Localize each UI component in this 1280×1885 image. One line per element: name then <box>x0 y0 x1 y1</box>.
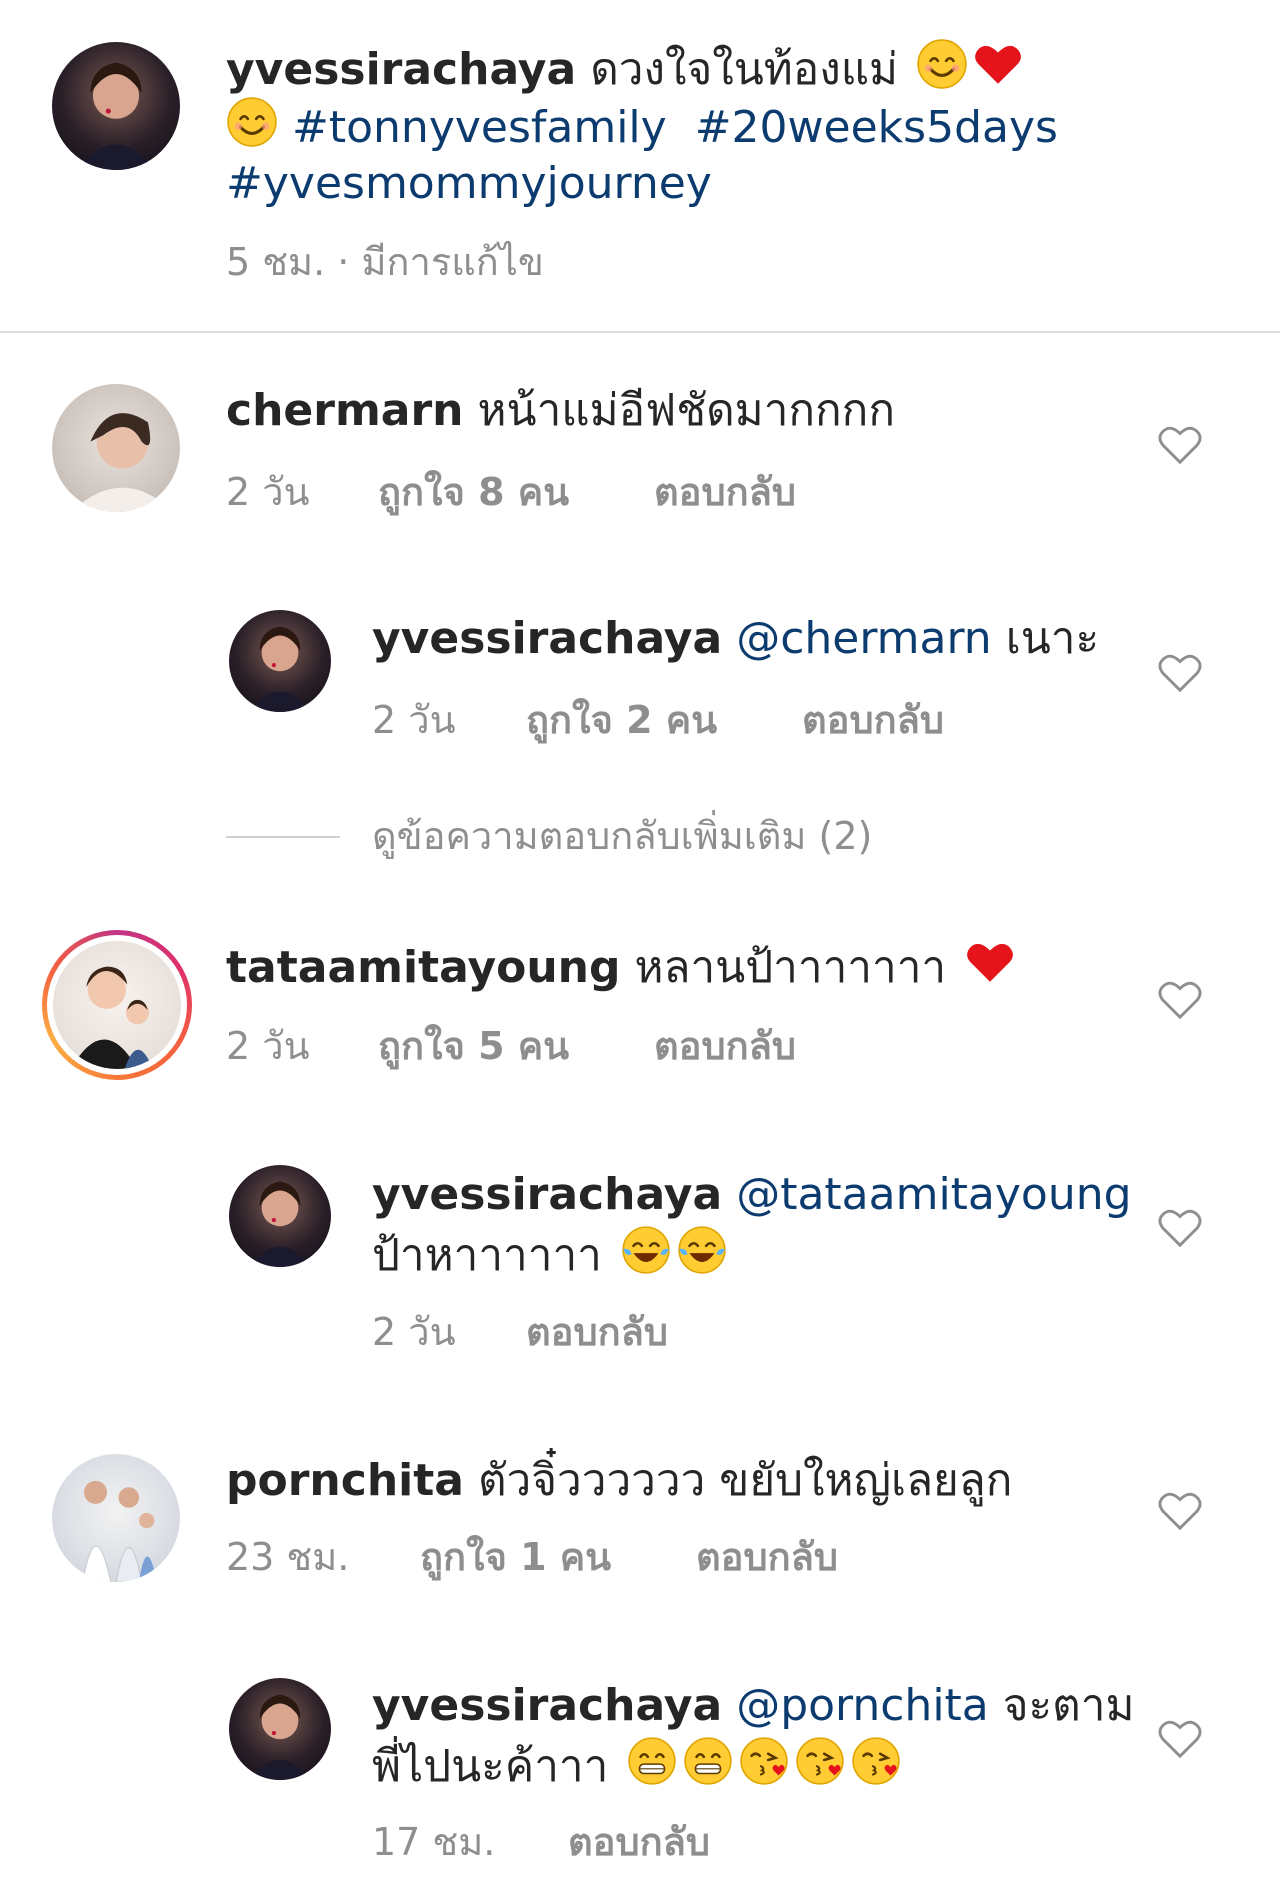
reply-button[interactable]: ตอบกลับ <box>696 1533 838 1581</box>
comment-time: 17 ชม. <box>372 1820 496 1864</box>
like-heart-icon[interactable] <box>1157 1207 1203 1249</box>
like-heart-icon[interactable] <box>1157 979 1203 1021</box>
hashtag-link[interactable]: #20weeks5days <box>695 102 1058 153</box>
commenter-avatar[interactable] <box>52 384 180 512</box>
red-heart-icon <box>972 38 1024 90</box>
caption-line-2: #tonnyvesfamily #20weeks5days <box>226 96 1058 157</box>
reply-button[interactable]: ตอบกลับ <box>654 1022 796 1070</box>
caption-text: ดวงใจในท้องแม่ <box>590 44 899 95</box>
hashtag-link[interactable]: #yvesmommyjourney <box>226 158 712 209</box>
hashtag-link[interactable]: #tonnyvesfamily <box>292 102 667 153</box>
smiling-face-icon <box>226 96 278 148</box>
commenter-avatar[interactable] <box>52 1454 180 1582</box>
tears-of-joy-icon <box>676 1224 728 1276</box>
grinning-face-icon <box>626 1735 678 1787</box>
comment-line: pornchita ตัวจิ๋วววววว ขยับใหญ่เลยลูก <box>226 1452 1012 1510</box>
kissing-heart-icon <box>738 1735 790 1787</box>
reply-button[interactable]: ตอบกลับ <box>654 468 796 516</box>
smiling-face-icon <box>916 38 968 90</box>
post-meta: 5 ชม. · มีการแก้ไข <box>226 238 544 286</box>
comment-username[interactable]: tataamitayoung <box>226 942 621 993</box>
reply-username[interactable]: yvessirachaya <box>372 1169 722 1220</box>
reply-username[interactable]: yvessirachaya <box>372 1680 722 1731</box>
edited-label: · มีการแก้ไข <box>337 240 544 284</box>
reply-avatar[interactable] <box>229 610 331 712</box>
post-author-avatar[interactable] <box>52 42 180 170</box>
likes-count[interactable]: ถูกใจ 8 คน <box>378 468 569 516</box>
reply-button[interactable]: ตอบกลับ <box>526 1308 668 1356</box>
caption-line-3: #yvesmommyjourney <box>226 155 712 213</box>
like-heart-icon[interactable] <box>1157 424 1203 466</box>
comment-username[interactable]: pornchita <box>226 1455 464 1506</box>
mention-link[interactable]: @pornchita <box>736 1680 989 1731</box>
reply-button[interactable]: ตอบกลับ <box>568 1818 710 1866</box>
reply-line: yvessirachaya @pornchita จะตาม <box>372 1677 1134 1735</box>
reply-text: เนาะ <box>1005 613 1100 664</box>
likes-count[interactable]: ถูกใจ 1 คน <box>420 1533 611 1581</box>
post-username[interactable]: yvessirachaya <box>226 44 576 95</box>
comment-time: 23 ชม. <box>226 1535 350 1579</box>
comment-text: ตัวจิ๋วววววว ขยับใหญ่เลยลูก <box>477 1455 1013 1506</box>
comment-line: tataamitayoung หลานป้าาาาาาา <box>226 936 1016 997</box>
reply-line-2: พี่ไปนะค้าาา <box>372 1735 902 1796</box>
reply-line: yvessirachaya @tataamitayoung <box>372 1166 1132 1224</box>
comment-username[interactable]: chermarn <box>226 385 464 436</box>
reply-avatar[interactable] <box>229 1165 331 1267</box>
reply-line: yvessirachaya @chermarn เนาะ <box>372 610 1099 668</box>
like-heart-icon[interactable] <box>1157 1718 1203 1760</box>
reply-text: จะตาม <box>1002 1680 1135 1731</box>
tears-of-joy-icon <box>620 1224 672 1276</box>
comment-text: หน้าแม่อีฟชัดมากกกก <box>477 385 895 436</box>
post-time: 5 ชม. <box>226 240 326 284</box>
view-replies-line <box>226 836 340 838</box>
story-ring[interactable] <box>42 930 192 1080</box>
comment-time: 2 วัน <box>372 1310 456 1354</box>
reply-avatar[interactable] <box>229 1678 331 1780</box>
reply-text: ป้าหาาาาาา <box>372 1230 602 1281</box>
comment-time: 2 วัน <box>226 1024 310 1068</box>
red-heart-icon <box>964 936 1016 988</box>
likes-count[interactable]: ถูกใจ 2 คน <box>526 696 717 744</box>
kissing-heart-icon <box>794 1735 846 1787</box>
divider <box>0 331 1280 333</box>
like-heart-icon[interactable] <box>1157 1490 1203 1532</box>
grinning-face-icon <box>682 1735 734 1787</box>
comment-time: 2 วัน <box>372 698 456 742</box>
comment-text: หลานป้าาาาาาา <box>634 942 947 993</box>
reply-line-2: ป้าหาาาาาา <box>372 1224 728 1285</box>
kissing-heart-icon <box>850 1735 902 1787</box>
caption-line-1: yvessirachaya ดวงใจในท้องแม่ <box>226 38 1024 99</box>
comment-time: 2 วัน <box>226 470 310 514</box>
likes-count[interactable]: ถูกใจ 5 คน <box>378 1022 569 1070</box>
mention-link[interactable]: @chermarn <box>736 613 992 664</box>
like-heart-icon[interactable] <box>1157 652 1203 694</box>
view-more-replies-button[interactable]: ดูข้อความตอบกลับเพิ่มเติม (2) <box>372 812 872 860</box>
commenter-avatar <box>53 941 181 1069</box>
reply-username[interactable]: yvessirachaya <box>372 613 722 664</box>
comment-line: chermarn หน้าแม่อีฟชัดมากกกก <box>226 382 895 440</box>
reply-text-continued: พี่ไปนะค้าาา <box>372 1741 609 1792</box>
mention-link[interactable]: @tataamitayoung <box>736 1169 1131 1220</box>
reply-button[interactable]: ตอบกลับ <box>802 696 944 744</box>
